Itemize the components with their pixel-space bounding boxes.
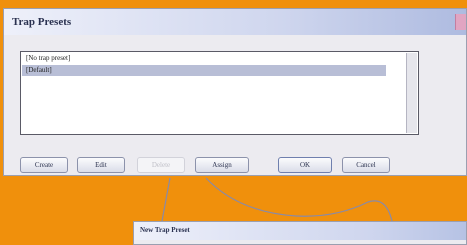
presets-list[interactable]: [No trap preset] [Default] <box>20 51 419 135</box>
list-item-no-trap-preset[interactable]: [No trap preset] <box>22 53 386 64</box>
new-trap-preset-dialog: New Trap Preset <box>133 221 467 245</box>
delete-button[interactable]: Delete <box>137 157 185 173</box>
dialog-titlebar[interactable]: New Trap Preset <box>134 222 466 240</box>
connector-line-create <box>205 177 393 222</box>
assign-button[interactable]: Assign <box>195 157 249 173</box>
ok-button[interactable]: OK <box>278 157 332 173</box>
cancel-button[interactable]: Cancel <box>342 157 390 173</box>
edit-button[interactable]: Edit <box>77 157 125 173</box>
create-button[interactable]: Create <box>20 157 68 173</box>
list-item-default[interactable]: [Default] <box>22 65 386 76</box>
list-scrollbar[interactable] <box>406 53 417 133</box>
trap-presets-dialog: Trap Presets [No trap preset] [Default] … <box>3 8 467 176</box>
dialog-title: Trap Presets <box>12 16 72 28</box>
close-icon[interactable] <box>455 14 466 30</box>
dialog-title: New Trap Preset <box>140 226 190 234</box>
connector-line-edit <box>161 177 171 222</box>
dialog-titlebar[interactable]: Trap Presets <box>4 9 466 35</box>
